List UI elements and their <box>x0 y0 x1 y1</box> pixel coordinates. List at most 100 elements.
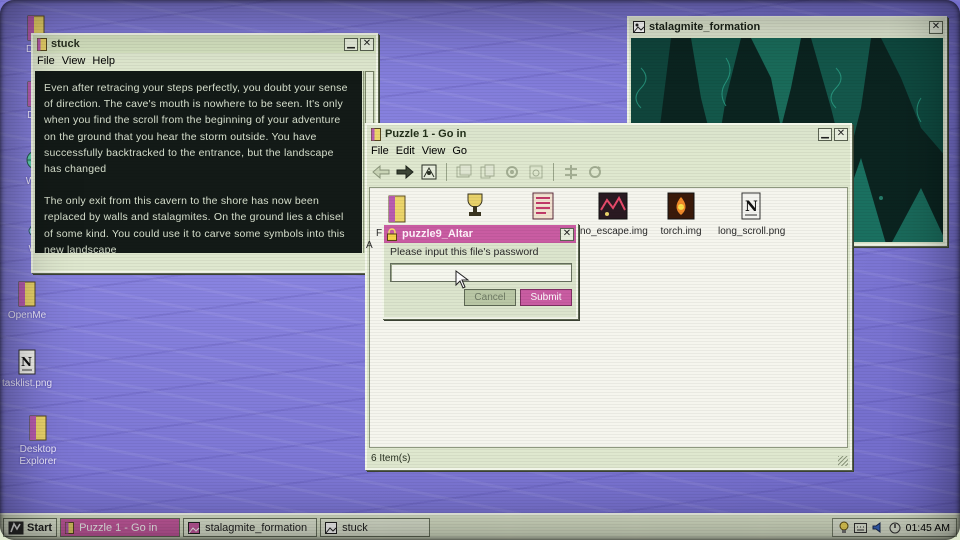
folder-icon <box>18 281 36 307</box>
minimize-icon: ▁ <box>347 38 355 49</box>
close-button[interactable]: ✕ <box>834 127 848 141</box>
stuck-window[interactable]: stuck ▁ ✕ File View Help Even after retr… <box>31 33 378 273</box>
clock: 01:45 AM <box>905 521 950 534</box>
menu-view[interactable]: View <box>422 145 446 157</box>
paste-icon <box>529 165 543 179</box>
file-item[interactable] <box>510 190 576 226</box>
toolbar-separator <box>553 163 554 181</box>
explore-button[interactable] <box>419 162 439 182</box>
task-label: stuck <box>342 521 368 534</box>
paste-button[interactable] <box>526 162 546 182</box>
menu-file[interactable]: File <box>371 145 389 157</box>
menu-go[interactable]: Go <box>452 145 467 157</box>
desktop-icon-openme[interactable]: OpenMe <box>0 280 57 322</box>
power-icon[interactable] <box>889 522 901 534</box>
copy-icon <box>480 164 495 179</box>
image-window-icon <box>633 21 645 33</box>
password-input[interactable] <box>390 263 572 282</box>
story-paragraph: Even after retracing your steps perfectl… <box>44 82 348 176</box>
file-item[interactable] <box>442 190 508 224</box>
refresh-button[interactable] <box>585 162 605 182</box>
folder-window-icon <box>371 127 381 141</box>
back-arrow-icon <box>372 165 390 179</box>
image-window-icon <box>325 521 338 534</box>
forward-arrow-icon <box>396 165 414 179</box>
file-item[interactable]: no_escape.img <box>580 190 648 238</box>
menu-view[interactable]: View <box>62 55 86 67</box>
close-button[interactable]: ✕ <box>560 227 574 241</box>
split-button[interactable] <box>561 162 581 182</box>
stalagmite-titlebar[interactable]: stalagmite_formation ✕ <box>629 18 945 36</box>
close-icon: ✕ <box>836 128 846 139</box>
file-item[interactable]: N long_scroll.png <box>718 190 785 238</box>
desktop-icon-tasklist[interactable]: N tasklist.png <box>0 348 57 390</box>
start-logo-icon <box>8 521 24 534</box>
cut-button[interactable] <box>454 162 474 182</box>
desktop-icon-label: OpenMe <box>7 310 47 321</box>
explorer-menubar: File Edit View Go <box>367 143 850 159</box>
desktop-icon-label: Desktop Explorer <box>19 444 57 467</box>
window-title: stuck <box>51 38 80 50</box>
notepad-icon: N <box>741 192 761 220</box>
start-label: Start <box>27 521 53 534</box>
cancel-button[interactable]: Cancel <box>464 289 516 306</box>
close-icon: ✕ <box>362 38 372 49</box>
window-title: stalagmite_formation <box>649 21 761 33</box>
task-stalagmite[interactable]: stalagmite_formation <box>183 518 318 537</box>
close-button[interactable]: ✕ <box>360 37 374 51</box>
desktop-icon-label: tasklist.png <box>1 378 53 389</box>
file-label: F A <box>366 228 383 251</box>
image-icon <box>598 192 628 220</box>
start-button[interactable]: Start <box>3 518 58 537</box>
scroll-icon <box>532 192 554 220</box>
window-title: Puzzle 1 - Go in <box>385 128 467 140</box>
copy-button[interactable] <box>478 162 498 182</box>
status-bar: 6 Item(s) <box>371 453 411 464</box>
minimize-icon: ▁ <box>821 128 829 139</box>
speaker-icon[interactable] <box>872 522 884 533</box>
settings-button[interactable] <box>502 162 522 182</box>
menu-help[interactable]: Help <box>92 55 115 67</box>
desktop-icon-desktop-explorer[interactable]: Desktop Explorer <box>8 414 68 468</box>
close-icon: ✕ <box>562 228 572 239</box>
submit-button[interactable]: Submit <box>520 289 572 306</box>
folder-icon <box>388 195 406 223</box>
minimize-button[interactable]: ▁ <box>344 37 358 51</box>
lightbulb-icon[interactable] <box>839 521 849 534</box>
dialog-titlebar[interactable]: puzzle9_Altar ✕ <box>384 225 576 243</box>
close-button[interactable]: ✕ <box>929 20 943 34</box>
explorer-titlebar[interactable]: Puzzle 1 - Go in ▁ ✕ <box>367 125 850 143</box>
lock-icon <box>387 227 397 241</box>
stuck-titlebar[interactable]: stuck ▁ ✕ <box>33 35 376 53</box>
svg-text:N: N <box>745 199 758 215</box>
story-text: Even after retracing your steps perfectl… <box>35 71 362 256</box>
menu-edit[interactable]: Edit <box>396 145 415 157</box>
split-icon <box>565 165 577 179</box>
keyboard-icon[interactable] <box>853 522 867 533</box>
refresh-icon <box>589 166 601 178</box>
task-puzzle-1[interactable]: Puzzle 1 - Go in <box>60 518 181 537</box>
system-tray: 01:45 AM <box>831 518 957 537</box>
task-stuck[interactable]: stuck <box>320 518 431 537</box>
story-paragraph: The only exit from this cavern to the sh… <box>44 195 345 256</box>
folder-icon <box>65 521 75 534</box>
minimize-button[interactable]: ▁ <box>818 127 832 141</box>
task-label: stalagmite_formation <box>205 521 308 534</box>
task-label: Puzzle 1 - Go in <box>79 521 158 534</box>
file-item[interactable]: torch.img <box>648 190 714 238</box>
stuck-menubar: File View Help <box>33 53 376 69</box>
explorer-toolbar <box>367 159 850 185</box>
resize-grip[interactable] <box>838 456 848 466</box>
toolbar-separator <box>446 163 447 181</box>
back-button[interactable] <box>371 162 391 182</box>
password-prompt: Please input this file's password <box>390 246 539 258</box>
password-dialog[interactable]: puzzle9_Altar ✕ Please input this file's… <box>382 223 578 319</box>
dialog-title: puzzle9_Altar <box>402 228 473 240</box>
taskbar: Start Puzzle 1 - Go in stalagmite_format… <box>0 513 960 540</box>
image-window-icon <box>188 521 201 534</box>
forward-button[interactable] <box>395 162 415 182</box>
menu-file[interactable]: File <box>37 55 55 67</box>
desktop: Dow Doc Web Wa OpenMe N tasklist.png Des… <box>0 0 960 540</box>
folder-window-icon <box>37 37 47 51</box>
mouse-cursor-icon <box>455 270 470 289</box>
